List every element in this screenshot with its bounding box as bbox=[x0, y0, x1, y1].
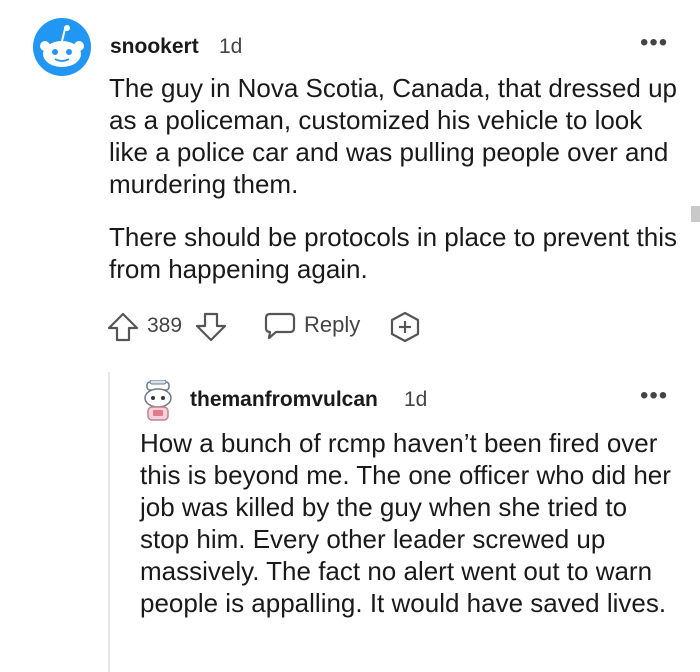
username[interactable]: snookert bbox=[110, 35, 199, 59]
avatar[interactable] bbox=[138, 380, 178, 422]
snoo-avatar-icon bbox=[33, 18, 91, 76]
reply-button[interactable]: Reply bbox=[264, 310, 360, 340]
comment-paragraph: How a bunch of rcmp haven’t been fired o… bbox=[140, 428, 671, 618]
comment-snookert: snookert 1d ••• The guy in Nova Scotia, … bbox=[0, 0, 700, 372]
comment-paragraph: The guy in Nova Scotia, Canada, that dre… bbox=[109, 73, 678, 199]
comment-age: 1d bbox=[404, 388, 428, 411]
speech-bubble-icon bbox=[264, 312, 296, 340]
vote-score: 389 bbox=[147, 314, 183, 337]
award-plus-icon bbox=[390, 311, 420, 343]
reply-label: Reply bbox=[304, 312, 361, 337]
username[interactable]: themanfromvulcan bbox=[190, 388, 378, 412]
snoo-avatar-icon bbox=[144, 380, 172, 421]
avatar[interactable] bbox=[33, 18, 91, 76]
award-button[interactable] bbox=[388, 310, 422, 344]
upvote-button[interactable] bbox=[106, 310, 140, 344]
downvote-arrow-icon bbox=[195, 312, 227, 342]
comment-paragraph: There should be protocols in place to pr… bbox=[109, 222, 678, 284]
upvote-arrow-icon bbox=[107, 312, 139, 342]
comment-age: 1d bbox=[219, 35, 243, 58]
more-options-icon[interactable]: ••• bbox=[640, 384, 668, 408]
more-options-icon[interactable]: ••• bbox=[640, 31, 668, 55]
downvote-button[interactable] bbox=[194, 310, 228, 344]
